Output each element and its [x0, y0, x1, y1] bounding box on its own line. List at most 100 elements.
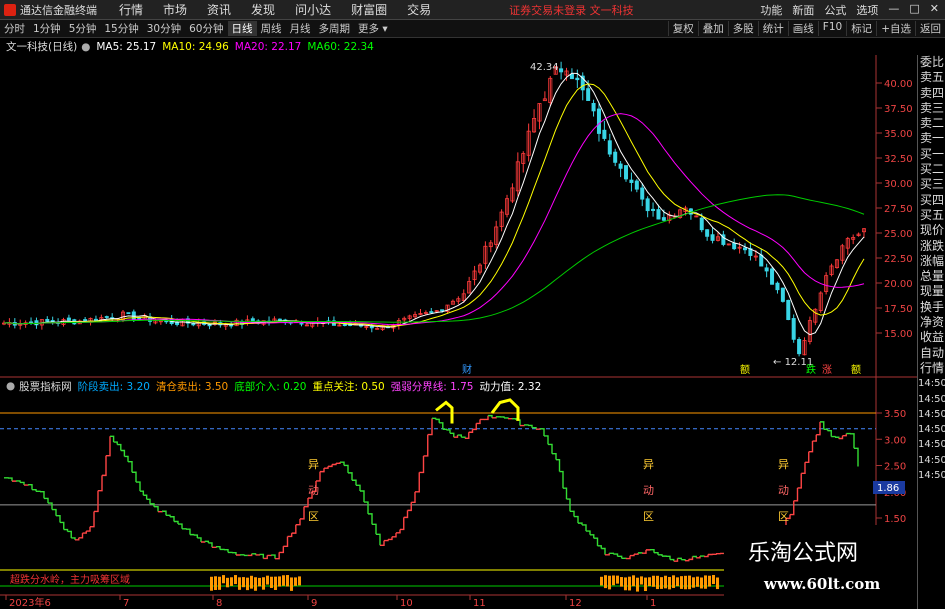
- candle-body: [770, 268, 775, 285]
- sidebar-item-20[interactable]: 行情: [918, 361, 945, 376]
- sidebar-item-3[interactable]: 卖三: [918, 101, 945, 116]
- menu-new-page[interactable]: 新面: [792, 2, 814, 18]
- indicator-step: [90, 511, 95, 528]
- indicator-step: [801, 462, 806, 475]
- tab-30min[interactable]: 30分钟: [143, 21, 185, 36]
- tab-daily[interactable]: 日线: [227, 21, 257, 36]
- candle-body: [699, 217, 704, 231]
- tab-1min[interactable]: 1分钟: [29, 21, 65, 36]
- restore-icon[interactable]: □: [909, 2, 919, 18]
- indicator-name[interactable]: 股票指标网: [19, 379, 72, 394]
- menu-market[interactable]: 市场: [163, 1, 187, 18]
- menu-formula[interactable]: 公式: [824, 2, 846, 18]
- date-label-6: 12: [569, 598, 582, 609]
- btn-multi-stock[interactable]: 多股: [727, 21, 758, 36]
- candle-body: [342, 324, 347, 326]
- sidebar-item-5[interactable]: 卖一: [918, 131, 945, 146]
- indicator-step: [344, 464, 349, 473]
- indicator-step: [40, 491, 45, 499]
- indicator-settings-icon[interactable]: ●: [6, 380, 15, 392]
- menu-discover[interactable]: 发现: [251, 1, 275, 18]
- sidebar-item-13[interactable]: 涨幅: [918, 254, 945, 269]
- indicator-step: [688, 556, 694, 561]
- sidebar-item-27[interactable]: 14:50: [918, 468, 945, 483]
- sidebar-item-15[interactable]: 现量: [918, 284, 945, 299]
- sidebar-item-0[interactable]: 委比: [918, 55, 945, 70]
- indicator-step: [348, 472, 353, 481]
- indicator-step: [552, 452, 557, 460]
- sidebar-item-8[interactable]: 买三: [918, 177, 945, 192]
- indicator-step: [136, 481, 141, 492]
- btn-adjust[interactable]: 复权: [667, 21, 698, 36]
- close-icon[interactable]: ✕: [930, 2, 939, 18]
- sidebar-item-11[interactable]: 现价: [918, 223, 945, 238]
- settings-icon[interactable]: ●: [81, 41, 90, 53]
- sidebar-item-21[interactable]: 14:50: [918, 376, 945, 391]
- sidebar-item-1[interactable]: 卖五: [918, 70, 945, 85]
- tab-monthly[interactable]: 月线: [286, 21, 315, 36]
- tab-more[interactable]: 更多 ▾: [354, 21, 392, 36]
- sidebar-item-10[interactable]: 买五: [918, 208, 945, 223]
- abnormal-char: 动: [643, 484, 654, 497]
- menu-options[interactable]: 选项: [856, 2, 878, 18]
- sidebar-item-6[interactable]: 买一: [918, 147, 945, 162]
- btn-draw[interactable]: 画线: [787, 21, 818, 36]
- tab-15min[interactable]: 15分钟: [100, 21, 142, 36]
- menu-quotes[interactable]: 行情: [119, 1, 143, 18]
- bottom-bar: [696, 576, 699, 587]
- sidebar-item-7[interactable]: 买二: [918, 162, 945, 177]
- indicator-step: [617, 555, 623, 559]
- indicator-step: [328, 464, 333, 468]
- sidebar-item-22[interactable]: 14:50: [918, 392, 945, 407]
- menu-ask[interactable]: 问小达: [295, 1, 331, 18]
- bottom-bar: [298, 576, 301, 586]
- sidebar-item-12[interactable]: 涨跌: [918, 239, 945, 254]
- btn-add-watchlist[interactable]: +自选: [876, 21, 915, 36]
- menu-function[interactable]: 功能: [760, 2, 782, 18]
- sidebar-item-14[interactable]: 总量: [918, 269, 945, 284]
- indicator-step: [442, 428, 448, 431]
- tab-weekly[interactable]: 周线: [257, 21, 286, 36]
- tab-multi-period[interactable]: 多周期: [315, 21, 355, 36]
- btn-mark[interactable]: 标记: [846, 21, 876, 36]
- menu-wealth[interactable]: 财富圈: [351, 1, 387, 18]
- bottom-bar: [632, 575, 635, 587]
- watermark: 乐淘公式网 www.60lt.com: [724, 525, 917, 609]
- sidebar-item-2[interactable]: 卖四: [918, 86, 945, 101]
- sidebar-item-25[interactable]: 14:50: [918, 437, 945, 452]
- indicator-step: [524, 424, 529, 426]
- sidebar-item-23[interactable]: 14:50: [918, 407, 945, 422]
- sidebar-item-24[interactable]: 14:50: [918, 422, 945, 437]
- indicator-axis: 3.503.002.502.001.50: [876, 409, 906, 525]
- indicator-step: [388, 536, 393, 541]
- btn-f10[interactable]: F10: [817, 21, 846, 36]
- tab-5min[interactable]: 5分钟: [65, 21, 101, 36]
- minimize-icon[interactable]: —: [888, 2, 899, 18]
- tab-timeshare[interactable]: 分时: [0, 21, 29, 36]
- indicator-step: [601, 547, 606, 555]
- sidebar-item-18[interactable]: 收益: [918, 330, 945, 345]
- sidebar-item-9[interactable]: 买四: [918, 193, 945, 208]
- menu-trade[interactable]: 交易: [407, 1, 431, 18]
- sidebar-item-17[interactable]: 净资: [918, 315, 945, 330]
- menu-news[interactable]: 资讯: [207, 1, 231, 18]
- candle-body: [137, 317, 142, 320]
- tab-60min[interactable]: 60分钟: [185, 21, 227, 36]
- indicator-step: [174, 520, 179, 525]
- abnormal-char: 区: [643, 510, 654, 523]
- sidebar-item-16[interactable]: 换手: [918, 300, 945, 315]
- ma10-label: MA10: 24.96: [162, 40, 229, 53]
- btn-stats[interactable]: 统计: [757, 21, 788, 36]
- candle-body: [634, 180, 639, 190]
- sidebar-item-19[interactable]: 自动: [918, 346, 945, 361]
- btn-back[interactable]: 返回: [915, 21, 945, 36]
- bottom-bar: [664, 575, 667, 589]
- indicator-step: [372, 523, 377, 535]
- sidebar-item-4[interactable]: 卖二: [918, 116, 945, 131]
- btn-overlay[interactable]: 叠加: [697, 21, 728, 36]
- bottom-bar: [668, 576, 671, 590]
- price-axis: 40.00 37.50 35.00 32.50 30.00 27.50 25.00 22.50…: [876, 79, 913, 340]
- sidebar-item-26[interactable]: 14:50: [918, 453, 945, 468]
- bottom-bar: [282, 575, 285, 586]
- bottom-bar: [708, 575, 711, 587]
